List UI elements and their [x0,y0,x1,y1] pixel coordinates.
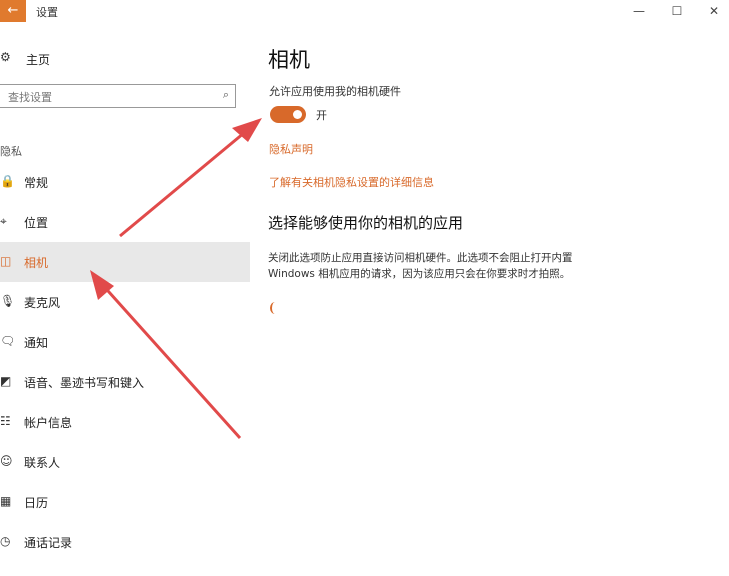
loading-spinner-icon [270,302,280,314]
section-title: 选择能够使用你的相机的应用 [268,214,464,232]
toggle-knob [293,110,302,119]
sidebar-item-notifications[interactable]: 🗨 通知 [0,322,250,362]
camera-toggle-caption: 允许应用使用我的相机硬件 [269,85,401,98]
main-content: 相机 允许应用使用我的相机硬件 开 隐私声明 了解有关相机隐私设置的详细信息 选… [268,22,708,576]
minimize-icon[interactable]: — [628,2,650,20]
description-line: 关闭此选项防止应用直接访问相机硬件。此选项不会阻止打开内置 [268,252,573,264]
notification-icon: 🗨 [0,334,16,348]
sidebar-item-location[interactable]: ⌖ 位置 [0,202,250,242]
sidebar-item-label: 常规 [24,176,49,190]
camera-icon: ◫ [0,254,12,268]
sidebar-home-label: 主页 [26,53,51,67]
calendar-icon: ▦ [0,494,12,508]
sidebar-item-label: 位置 [24,216,49,230]
sidebar-item-label: 帐户信息 [24,416,73,430]
sidebar-item-camera[interactable]: ◫ 相机 [0,242,250,282]
sidebar-item-label: 通话记录 [24,536,73,550]
microphone-icon: 🎙 [0,294,16,308]
back-arrow-icon[interactable]: ← [0,0,26,22]
sidebar-item-label: 相机 [24,256,49,270]
speech-icon: ◩ [0,374,12,388]
sidebar-item-call-history[interactable]: ◷ 通话记录 [0,522,250,562]
sidebar-item-label: 麦克风 [24,296,61,310]
page-title: 相机 [268,48,310,72]
contacts-icon: ☺ [0,454,13,468]
search-input[interactable]: 查找设置 ⌕ [0,84,236,108]
sidebar-item-label: 语音、墨迹书写和键入 [24,376,145,390]
lock-icon: 🔒 [0,174,15,188]
camera-access-toggle[interactable] [270,106,306,123]
sidebar-section-label: 隐私 [0,145,22,158]
sidebar-item-contacts[interactable]: ☺ 联系人 [0,442,250,482]
sidebar-item-speech-inking-typing[interactable]: ◩ 语音、墨迹书写和键入 [0,362,250,402]
toggle-state-label: 开 [316,109,327,122]
maximize-icon[interactable]: ☐ [666,2,688,20]
call-history-icon: ◷ [0,534,11,548]
sidebar-item-calendar[interactable]: ▦ 日历 [0,482,250,522]
sidebar-item-microphone[interactable]: 🎙 麦克风 [0,282,250,322]
privacy-statement-link[interactable]: 隐私声明 [269,141,313,157]
sidebar-item-label: 联系人 [24,456,61,470]
account-info-icon: ☷ [0,414,11,428]
section-description: 关闭此选项防止应用直接访问相机硬件。此选项不会阻止打开内置 Windows 相机… [268,250,648,282]
sidebar-item-label: 通知 [24,336,49,350]
description-line: Windows 相机应用的请求，因为该应用只会在你要求时才拍照。 [268,268,571,280]
search-placeholder: 查找设置 [8,91,52,104]
sidebar-item-label: 日历 [24,496,49,510]
sidebar-item-account-info[interactable]: ☷ 帐户信息 [0,402,250,442]
sidebar-item-general[interactable]: 🔒 常规 [0,162,250,202]
search-icon[interactable]: ⌕ [223,88,229,102]
close-icon[interactable]: ✕ [703,2,725,20]
location-icon: ⌖ [0,214,7,228]
window-title: 设置 [36,6,58,19]
learn-more-link[interactable]: 了解有关相机隐私设置的详细信息 [269,174,434,190]
sidebar-home[interactable]: ⚙ 主页 [0,50,200,70]
sidebar: ⚙ 主页 查找设置 ⌕ 隐私 🔒 常规 ⌖ 位置 ◫ 相机 🎙 麦克风 🗨 通知… [0,22,250,576]
gear-icon: ⚙ [0,50,11,64]
title-bar: ← 设置 — ☐ ✕ [0,0,729,22]
